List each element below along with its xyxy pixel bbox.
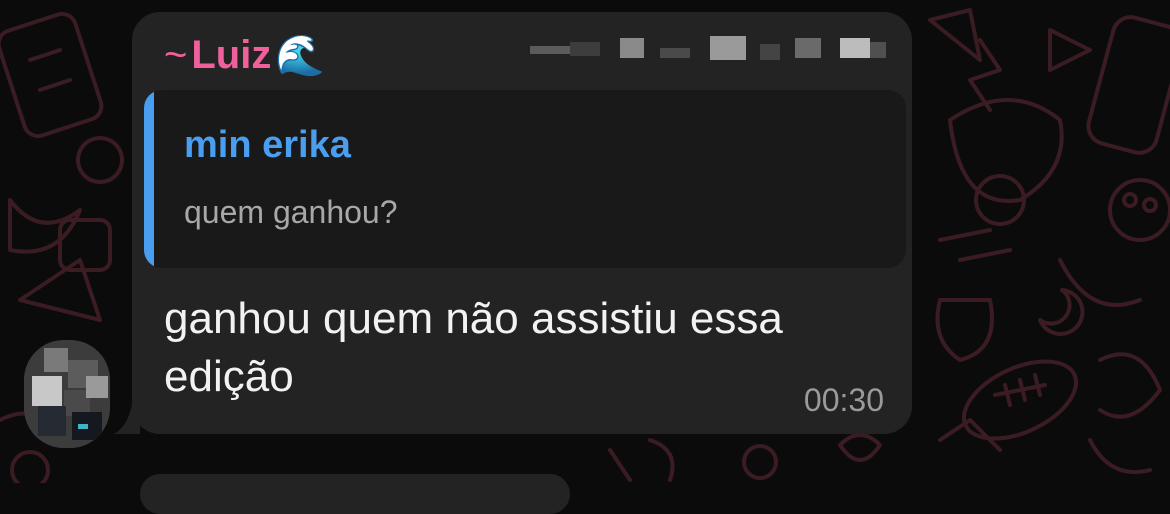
reply-accent-bar bbox=[144, 90, 154, 268]
reply-text: quem ganhou? bbox=[184, 194, 398, 230]
message-text: ganhou quem não assistiu essa edição bbox=[164, 294, 783, 401]
sender-name-label: Luiz bbox=[191, 32, 272, 77]
blurred-phone-number bbox=[530, 36, 890, 66]
next-message-bubble[interactable] bbox=[140, 474, 570, 514]
reply-author: min erika bbox=[184, 124, 351, 166]
sender-prefix: ~ bbox=[164, 32, 188, 77]
water-wave-emoji: 🌊 bbox=[275, 33, 326, 78]
reply-quote[interactable]: min erika quem ganhou? bbox=[144, 90, 906, 268]
avatar[interactable] bbox=[24, 340, 110, 448]
message-timestamp: 00:30 bbox=[803, 382, 884, 418]
sender-name[interactable]: ~ Luiz 🌊 bbox=[164, 30, 325, 80]
